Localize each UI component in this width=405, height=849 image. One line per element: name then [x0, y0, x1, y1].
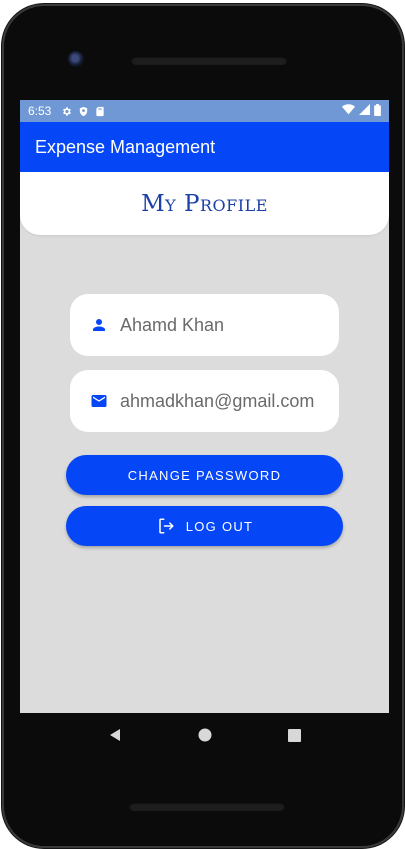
back-icon[interactable]: [108, 728, 122, 742]
name-value: Ahamd Khan: [120, 314, 225, 335]
email-field[interactable]: ahmadkhan@gmail.com: [70, 370, 339, 432]
earpiece-speaker: [131, 56, 287, 65]
mail-icon: [88, 392, 110, 410]
status-time: 6:53: [28, 104, 52, 118]
change-password-label: CHANGE PASSWORD: [127, 467, 282, 483]
bottom-speaker: [129, 802, 285, 811]
change-password-button[interactable]: CHANGE PASSWORD: [66, 455, 343, 495]
app-bar: Expense Management: [20, 122, 389, 172]
person-icon: [88, 316, 110, 334]
logout-icon: [156, 517, 176, 535]
battery-icon: [374, 103, 381, 119]
logout-button[interactable]: LOG OUT: [66, 506, 343, 546]
email-value: ahmadkhan@gmail.com: [120, 390, 315, 411]
page-title: My Profile: [141, 190, 268, 217]
signal-icon: [359, 104, 370, 118]
app-screen: 6:53 Expense Management My Profile Ahamd…: [20, 100, 389, 713]
home-icon[interactable]: [198, 728, 212, 742]
logout-label: LOG OUT: [185, 518, 254, 534]
gear-icon: [61, 106, 72, 117]
front-camera: [68, 51, 84, 67]
sd-card-icon: [95, 106, 105, 117]
status-bar: 6:53: [20, 100, 389, 122]
wifi-icon: [342, 104, 355, 118]
profile-header-card: My Profile: [20, 172, 389, 235]
recents-icon[interactable]: [288, 728, 301, 742]
app-title: Expense Management: [35, 136, 216, 157]
shield-icon: [78, 106, 89, 117]
system-nav-bar: [20, 713, 389, 757]
name-field[interactable]: Ahamd Khan: [70, 294, 339, 356]
